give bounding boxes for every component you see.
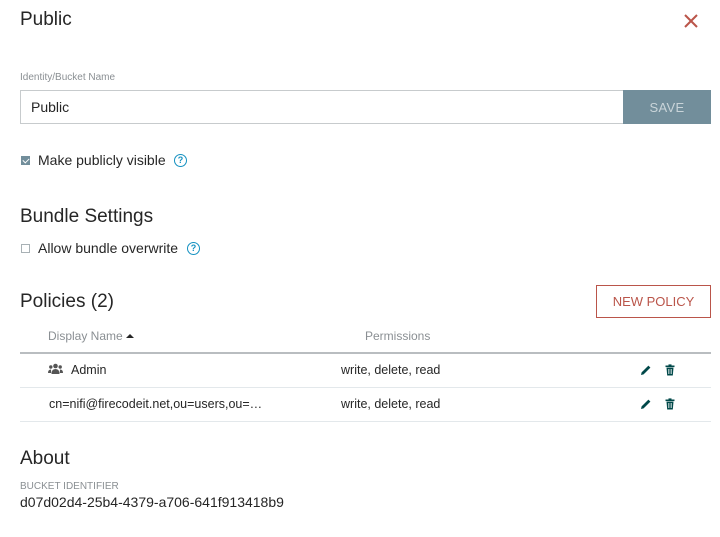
- bundle-overwrite-label: Allow bundle overwrite: [38, 240, 179, 256]
- help-icon[interactable]: ?: [174, 154, 187, 167]
- identity-field-label: Identity/Bucket Name: [20, 72, 116, 83]
- sort-ascending-icon: [126, 334, 135, 338]
- column-header-permissions: Permissions: [365, 329, 431, 343]
- bucket-identifier-label: BUCKET IDENTIFIER: [20, 481, 119, 492]
- public-visible-checkbox[interactable]: [21, 156, 30, 165]
- save-button[interactable]: SAVE: [623, 90, 711, 124]
- edit-icon[interactable]: [640, 364, 652, 376]
- policy-display-name: cn=nifi@firecodeit.net,ou=users,ou=…: [49, 397, 263, 411]
- about-title: About: [20, 448, 70, 469]
- bucket-identifier-value: d07d02d4-25b4-4379-a706-641f913418b9: [20, 494, 284, 510]
- delete-icon[interactable]: [664, 364, 676, 376]
- close-icon[interactable]: [680, 10, 702, 32]
- column-header-display-name[interactable]: Display Name: [48, 329, 135, 343]
- new-policy-button[interactable]: NEW POLICY: [596, 285, 711, 318]
- row-divider: [20, 421, 711, 422]
- users-icon: [48, 363, 63, 374]
- bucket-name-input[interactable]: [20, 90, 624, 124]
- delete-icon[interactable]: [664, 398, 676, 410]
- policy-permissions: write, delete, read: [341, 397, 441, 411]
- policy-display-name: Admin: [71, 363, 107, 377]
- bundle-overwrite-checkbox[interactable]: [21, 244, 30, 253]
- public-visible-label: Make publicly visible: [38, 152, 166, 168]
- policies-title: Policies (2): [20, 291, 114, 312]
- help-icon[interactable]: ?: [187, 242, 200, 255]
- policy-permissions: write, delete, read: [341, 363, 441, 377]
- edit-icon[interactable]: [640, 398, 652, 410]
- dialog-title: Public: [20, 9, 72, 30]
- bundle-settings-title: Bundle Settings: [20, 206, 154, 227]
